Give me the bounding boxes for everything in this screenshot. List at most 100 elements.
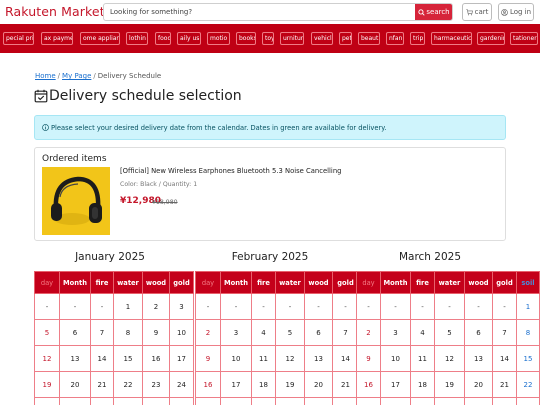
category-item[interactable]: toy — [262, 32, 274, 45]
category-item[interactable]: trip — [410, 32, 425, 45]
category-item[interactable]: motio — [207, 32, 230, 45]
calendar-day-cell[interactable]: 12 — [34, 345, 60, 372]
calendar-day-cell[interactable]: 25 — [251, 397, 276, 405]
calendar-day-cell[interactable]: 28 — [332, 397, 359, 405]
calendar-day-cell[interactable]: 19 — [275, 371, 305, 398]
calendar-day-cell[interactable]: 29 — [113, 397, 143, 405]
calendar-day-cell[interactable]: 25 — [410, 397, 435, 405]
calendar-day-cell[interactable]: 5 — [434, 319, 465, 346]
calendar-day-cell[interactable]: 24 — [380, 397, 411, 405]
calendar-day-cell[interactable]: 7 — [492, 319, 517, 346]
login-button[interactable]: Log in — [498, 3, 534, 21]
calendar-day-cell[interactable]: 22 — [516, 371, 540, 398]
calendar-day-cell[interactable]: 24 — [220, 397, 252, 405]
category-item[interactable]: lothin — [126, 32, 148, 45]
calendar-day-cell[interactable]: 5 — [34, 319, 60, 346]
calendar-day-cell[interactable]: 10 — [380, 345, 411, 372]
calendar-day-cell[interactable]: 11 — [410, 345, 435, 372]
calendar-day-cell[interactable]: 2 — [356, 319, 381, 346]
calendar-day-cell[interactable]: 16 — [356, 371, 381, 398]
calendar-day-cell[interactable]: 3 — [169, 293, 194, 320]
calendar-day-cell[interactable]: 1 — [516, 293, 540, 320]
calendar-day-cell[interactable]: 6 — [304, 319, 333, 346]
calendar-day-cell[interactable]: 21 — [90, 371, 114, 398]
calendar-day-cell[interactable]: 8 — [113, 319, 143, 346]
calendar-day-cell[interactable]: 14 — [492, 345, 517, 372]
category-item[interactable]: ax paymen — [41, 32, 73, 45]
calendar-day-cell[interactable]: 21 — [332, 371, 359, 398]
calendar-day-cell[interactable]: 27 — [59, 397, 91, 405]
category-item[interactable]: harmaceutic — [431, 32, 472, 45]
category-item[interactable]: vehicle — [311, 32, 333, 45]
calendar-day-cell[interactable]: 10 — [220, 345, 252, 372]
calendar-day-cell[interactable]: 2 — [142, 293, 170, 320]
category-item[interactable]: urnitur — [280, 32, 304, 45]
product-name[interactable]: [Official] New Wireless Earphones Blueto… — [120, 167, 341, 175]
calendar-day-cell[interactable]: 12 — [434, 345, 465, 372]
calendar-day-cell[interactable]: 14 — [332, 345, 359, 372]
site-logo[interactable]: Rakuten Market — [5, 4, 105, 19]
calendar-day-cell[interactable]: 22 — [113, 371, 143, 398]
calendar-day-cell[interactable]: 15 — [113, 345, 143, 372]
calendar-day-cell[interactable]: 8 — [516, 319, 540, 346]
cart-button[interactable]: cart — [462, 3, 492, 21]
category-item[interactable]: nfan — [386, 32, 404, 45]
calendar-day-cell[interactable]: 23 — [356, 397, 381, 405]
calendar-day-cell[interactable]: 6 — [464, 319, 493, 346]
calendar-day-cell[interactable]: 26 — [434, 397, 465, 405]
calendar-day-cell[interactable]: 27 — [304, 397, 333, 405]
category-item[interactable]: ome applianc — [80, 32, 120, 45]
calendar-day-cell[interactable]: 28 — [492, 397, 517, 405]
calendar-day-cell[interactable]: 13 — [464, 345, 493, 372]
calendar-day-cell[interactable]: 19 — [434, 371, 465, 398]
calendar-day-cell[interactable]: 16 — [142, 345, 170, 372]
calendar-day-cell[interactable]: 31 — [169, 397, 194, 405]
breadcrumb-mypage-link[interactable]: My Page — [62, 72, 91, 80]
calendar-day-cell[interactable]: 18 — [410, 371, 435, 398]
calendar-day-cell[interactable]: 1 — [113, 293, 143, 320]
calendar-day-cell[interactable]: 9 — [356, 345, 381, 372]
calendar-day-cell[interactable]: 7 — [90, 319, 114, 346]
category-item[interactable]: beaut — [358, 32, 380, 45]
calendar-day-cell[interactable]: 5 — [275, 319, 305, 346]
calendar-day-cell[interactable]: 9 — [195, 345, 221, 372]
calendar-day-cell[interactable]: 26 — [275, 397, 305, 405]
calendar-day-cell[interactable]: 10 — [169, 319, 194, 346]
calendar-day-cell[interactable]: 27 — [464, 397, 493, 405]
calendar-day-cell[interactable]: 2 — [195, 319, 221, 346]
calendar-day-cell[interactable]: 20 — [304, 371, 333, 398]
calendar-day-cell[interactable]: 12 — [275, 345, 305, 372]
calendar-day-cell[interactable]: 23 — [195, 397, 221, 405]
calendar-day-cell[interactable]: 29 — [516, 397, 540, 405]
calendar-day-cell[interactable]: 16 — [195, 371, 221, 398]
category-item[interactable]: aily us — [177, 32, 201, 45]
calendar-day-cell[interactable]: 7 — [332, 319, 359, 346]
calendar-day-cell[interactable]: 9 — [142, 319, 170, 346]
search-input[interactable] — [104, 4, 415, 20]
calendar-day-cell[interactable]: 24 — [169, 371, 194, 398]
calendar-day-cell[interactable]: 23 — [142, 371, 170, 398]
calendar-day-cell[interactable]: 20 — [464, 371, 493, 398]
calendar-day-cell[interactable]: 20 — [59, 371, 91, 398]
calendar-day-cell[interactable]: 14 — [90, 345, 114, 372]
search-button[interactable]: search — [415, 4, 452, 20]
calendar-day-cell[interactable]: 17 — [380, 371, 411, 398]
calendar-day-cell[interactable]: 19 — [34, 371, 60, 398]
calendar-day-cell[interactable]: 13 — [304, 345, 333, 372]
calendar-day-cell[interactable]: 17 — [220, 371, 252, 398]
calendar-day-cell[interactable]: 4 — [251, 319, 276, 346]
category-item[interactable]: pet — [339, 32, 352, 45]
calendar-day-cell[interactable]: 6 — [59, 319, 91, 346]
calendar-day-cell[interactable]: 3 — [220, 319, 252, 346]
category-item[interactable]: tationer — [510, 32, 538, 45]
calendar-day-cell[interactable]: 18 — [251, 371, 276, 398]
category-item[interactable]: gardenin — [477, 32, 505, 45]
category-item[interactable]: pecial pric — [3, 32, 34, 45]
calendar-day-cell[interactable]: 26 — [34, 397, 60, 405]
category-item[interactable]: books — [236, 32, 256, 45]
calendar-day-cell[interactable]: 13 — [59, 345, 91, 372]
calendar-day-cell[interactable]: 15 — [516, 345, 540, 372]
category-item[interactable]: food — [155, 32, 171, 45]
calendar-day-cell[interactable]: 30 — [142, 397, 170, 405]
breadcrumb-home-link[interactable]: Home — [35, 72, 56, 80]
